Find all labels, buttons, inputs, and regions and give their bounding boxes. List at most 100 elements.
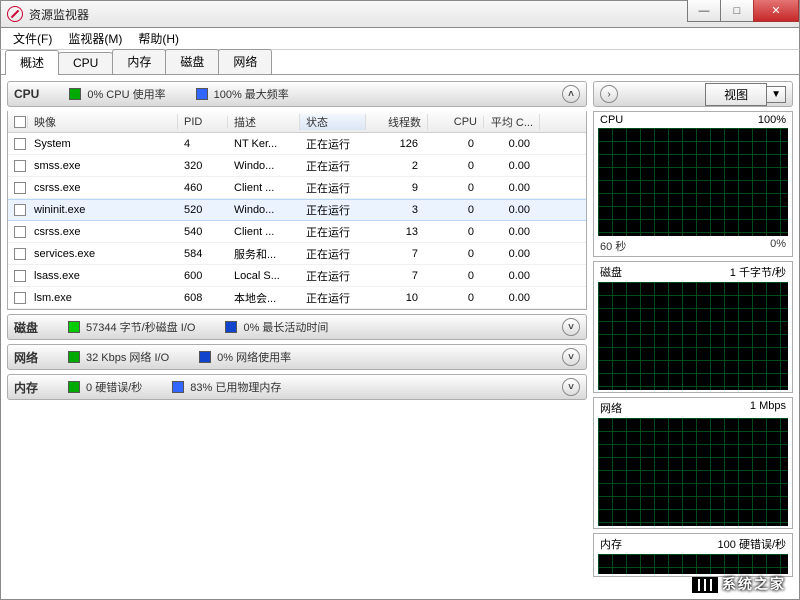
cell-threads: 126 bbox=[366, 138, 428, 150]
cell-image: csrss.exe bbox=[28, 182, 178, 194]
network-section-header[interactable]: 网络 32 Kbps 网络 I/O 0% 网络使用率 ˅ bbox=[7, 344, 587, 370]
app-icon bbox=[7, 6, 23, 22]
mem-io-swatch bbox=[68, 381, 80, 393]
cpu-collapse-button[interactable]: ˄ bbox=[562, 85, 580, 103]
network-expand-button[interactable]: ˅ bbox=[562, 348, 580, 366]
memory-expand-button[interactable]: ˅ bbox=[562, 378, 580, 396]
cell-pid: 460 bbox=[178, 182, 228, 194]
disk-graph: 磁盘1 千字节/秒 bbox=[593, 261, 793, 393]
window-controls: — □ ✕ bbox=[687, 1, 799, 27]
cell-status: 正在运行 bbox=[300, 246, 366, 262]
minimize-button[interactable]: — bbox=[687, 0, 721, 22]
view-dropdown[interactable]: 视图 ▼ bbox=[705, 83, 786, 106]
close-button[interactable]: ✕ bbox=[753, 0, 799, 22]
row-checkbox[interactable] bbox=[14, 226, 26, 238]
tab-overview[interactable]: 概述 bbox=[5, 50, 59, 75]
left-pane: CPU 0% CPU 使用率 100% 最大频率 ˄ 映像 PID 描述 状态 … bbox=[7, 81, 587, 593]
col-pid[interactable]: PID bbox=[178, 116, 228, 128]
network-section-title: 网络 bbox=[14, 349, 38, 366]
disk-expand-button[interactable]: ˅ bbox=[562, 318, 580, 336]
cell-pid: 320 bbox=[178, 160, 228, 172]
row-checkbox[interactable] bbox=[14, 138, 26, 150]
cell-status: 正在运行 bbox=[300, 290, 366, 306]
tab-cpu[interactable]: CPU bbox=[58, 52, 113, 74]
maximize-button[interactable]: □ bbox=[720, 0, 754, 22]
cell-threads: 2 bbox=[366, 160, 428, 172]
table-row[interactable]: wininit.exe520Windo...正在运行300.00 bbox=[8, 199, 586, 221]
menu-file[interactable]: 文件(F) bbox=[5, 28, 60, 49]
col-desc[interactable]: 描述 bbox=[228, 114, 300, 130]
cell-pid: 600 bbox=[178, 270, 228, 282]
tab-memory[interactable]: 内存 bbox=[112, 49, 166, 74]
cell-pid: 608 bbox=[178, 292, 228, 304]
net-graph-title: 网络 bbox=[600, 400, 622, 416]
row-checkbox[interactable] bbox=[14, 182, 26, 194]
cpu-section-header[interactable]: CPU 0% CPU 使用率 100% 最大频率 ˄ bbox=[7, 81, 587, 107]
right-toolbar: › 视图 ▼ bbox=[593, 81, 793, 107]
cell-status: 正在运行 bbox=[300, 202, 366, 218]
col-cpu[interactable]: CPU bbox=[428, 116, 484, 128]
disk-section-title: 磁盘 bbox=[14, 319, 38, 336]
col-status[interactable]: 状态 bbox=[300, 114, 366, 130]
tab-disk[interactable]: 磁盘 bbox=[165, 49, 219, 74]
mem-io-text: 0 硬错误/秒 bbox=[86, 379, 142, 395]
row-checkbox[interactable] bbox=[14, 270, 26, 282]
window-title: 资源监视器 bbox=[29, 6, 89, 23]
table-row[interactable]: smss.exe320Windo...正在运行200.00 bbox=[8, 155, 586, 177]
cell-desc: 本地会... bbox=[228, 290, 300, 306]
row-checkbox[interactable] bbox=[14, 248, 26, 260]
col-image[interactable]: 映像 bbox=[28, 114, 178, 130]
cell-image: services.exe bbox=[28, 248, 178, 260]
cpu-section-title: CPU bbox=[14, 87, 39, 101]
table-row[interactable]: lsm.exe608本地会...正在运行1000.00 bbox=[8, 287, 586, 309]
net-graph-max: 1 Mbps bbox=[750, 400, 786, 416]
table-row[interactable]: csrss.exe540Client ...正在运行1300.00 bbox=[8, 221, 586, 243]
cell-status: 正在运行 bbox=[300, 268, 366, 284]
table-row[interactable]: System4NT Ker...正在运行12600.00 bbox=[8, 133, 586, 155]
cell-pid: 584 bbox=[178, 248, 228, 260]
cell-cpu: 0 bbox=[428, 270, 484, 282]
col-threads[interactable]: 线程数 bbox=[366, 114, 428, 130]
cell-avg: 0.00 bbox=[484, 226, 540, 238]
row-checkbox[interactable] bbox=[14, 160, 26, 172]
cell-cpu: 0 bbox=[428, 248, 484, 260]
cell-desc: Windo... bbox=[228, 204, 300, 216]
col-avg[interactable]: 平均 C... bbox=[484, 114, 540, 130]
cell-cpu: 0 bbox=[428, 138, 484, 150]
cell-avg: 0.00 bbox=[484, 248, 540, 260]
cell-image: smss.exe bbox=[28, 160, 178, 172]
disk-section-header[interactable]: 磁盘 57344 字节/秒磁盘 I/O 0% 最长活动时间 ˅ bbox=[7, 314, 587, 340]
right-collapse-button[interactable]: › bbox=[600, 85, 618, 103]
disk-graph-max: 1 千字节/秒 bbox=[730, 264, 786, 280]
cpu-graph-max: 100% bbox=[758, 114, 786, 126]
cell-image: lsm.exe bbox=[28, 292, 178, 304]
right-pane: › 视图 ▼ CPU100% 60 秒0% 磁盘1 千字节/秒 网络1 Mbps… bbox=[593, 81, 793, 593]
menu-monitor[interactable]: 监视器(M) bbox=[60, 28, 130, 49]
disk-io-text: 57344 字节/秒磁盘 I/O bbox=[86, 319, 195, 335]
cell-avg: 0.00 bbox=[484, 138, 540, 150]
cell-avg: 0.00 bbox=[484, 160, 540, 172]
row-checkbox[interactable] bbox=[14, 204, 26, 216]
net-act-swatch bbox=[199, 351, 211, 363]
select-all-checkbox[interactable] bbox=[14, 116, 26, 128]
row-checkbox[interactable] bbox=[14, 292, 26, 304]
tabbar: 概述 CPU 内存 磁盘 网络 bbox=[0, 50, 800, 74]
table-row[interactable]: csrss.exe460Client ...正在运行900.00 bbox=[8, 177, 586, 199]
disk-act-text: 0% 最长活动时间 bbox=[243, 319, 328, 335]
tab-network[interactable]: 网络 bbox=[218, 49, 272, 74]
cell-status: 正在运行 bbox=[300, 136, 366, 152]
table-row[interactable]: lsass.exe600Local S...正在运行700.00 bbox=[8, 265, 586, 287]
memory-section-header[interactable]: 内存 0 硬错误/秒 83% 已用物理内存 ˅ bbox=[7, 374, 587, 400]
cell-image: lsass.exe bbox=[28, 270, 178, 282]
cell-cpu: 0 bbox=[428, 204, 484, 216]
cell-desc: Windo... bbox=[228, 160, 300, 172]
mem-act-text: 83% 已用物理内存 bbox=[190, 379, 281, 395]
menu-help[interactable]: 帮助(H) bbox=[130, 28, 187, 49]
cell-avg: 0.00 bbox=[484, 292, 540, 304]
cell-threads: 7 bbox=[366, 248, 428, 260]
disk-io-swatch bbox=[68, 321, 80, 333]
net-io-swatch bbox=[68, 351, 80, 363]
table-row[interactable]: services.exe584服务和...正在运行700.00 bbox=[8, 243, 586, 265]
disk-act-swatch bbox=[225, 321, 237, 333]
cpu-graph-xleft: 60 秒 bbox=[600, 238, 626, 254]
